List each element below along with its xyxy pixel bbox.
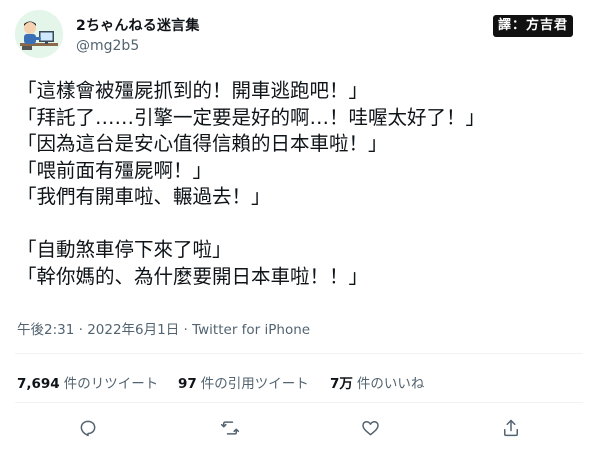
user-handle[interactable]: @mg2b5 bbox=[76, 38, 139, 54]
likes-count: 7万 bbox=[330, 376, 353, 392]
tweet-line: 「這樣會被殭屍抓到的！開車逃跑吧！」 bbox=[17, 79, 369, 102]
reply-button[interactable] bbox=[76, 416, 100, 440]
quotes-stat[interactable]: 97 件の引用ツイート bbox=[178, 372, 309, 392]
retweets-stat[interactable]: 7,694 件のリツイート bbox=[17, 372, 158, 392]
share-icon bbox=[504, 419, 518, 437]
user-display-name[interactable]: 2ちゃんねる迷言集 bbox=[76, 15, 200, 35]
divider bbox=[15, 353, 583, 354]
avatar-person-at-computer-icon bbox=[15, 10, 63, 58]
meta-separator: · bbox=[74, 322, 88, 338]
translator-watermark: 譯：方吉君 bbox=[493, 15, 574, 37]
likes-stat[interactable]: 7万 件のいいね bbox=[330, 372, 424, 392]
tweet-line: 「我們有開車啦、輾過去！」 bbox=[17, 185, 271, 208]
quotes-label: 件の引用ツイート bbox=[200, 376, 309, 392]
tweet-time[interactable]: 午後2:31 bbox=[17, 322, 74, 338]
tweet-text: 「這樣會被殭屍抓到的！開車逃跑吧！」 「拜託了……引擎一定要是好的啊…！哇喔太好… bbox=[17, 78, 587, 290]
quotes-count: 97 bbox=[178, 376, 197, 392]
reply-icon bbox=[80, 420, 96, 437]
share-button[interactable] bbox=[499, 416, 523, 440]
tweet-line: 「拜託了……引擎一定要是好的啊…！哇喔太好了！」 bbox=[17, 105, 486, 129]
tweet-date[interactable]: 2022年6月1日 bbox=[87, 322, 179, 338]
retweet-button[interactable] bbox=[218, 416, 242, 440]
heart-icon bbox=[361, 421, 379, 436]
tweet-line: 「自動煞車停下來了啦」 bbox=[17, 238, 232, 261]
retweets-label: 件のリツイート bbox=[63, 376, 159, 392]
avatar[interactable] bbox=[15, 10, 63, 58]
tweet-card: 2ちゃんねる迷言集 @mg2b5 譯：方吉君 「這樣會被殭屍抓到的！開車逃跑吧！… bbox=[0, 0, 598, 453]
retweets-count: 7,694 bbox=[17, 376, 60, 392]
retweet-icon bbox=[220, 421, 240, 435]
like-button[interactable] bbox=[358, 416, 382, 440]
meta-separator: · bbox=[179, 322, 193, 338]
tweet-meta: 午後2:31 · 2022年6月1日 · Twitter for iPhone bbox=[17, 318, 310, 338]
tweet-source[interactable]: Twitter for iPhone bbox=[192, 322, 310, 338]
likes-label: 件のいいね bbox=[356, 376, 425, 392]
divider bbox=[15, 402, 583, 403]
tweet-line: 「喂前面有殭屍啊！」 bbox=[17, 158, 213, 182]
tweet-line: 「幹你媽的、為什麼要開日本車啦！！」 bbox=[17, 264, 369, 288]
tweet-actions bbox=[0, 416, 598, 444]
tweet-line: 「因為這台是安心值得信賴的日本車啦！」 bbox=[17, 132, 388, 155]
